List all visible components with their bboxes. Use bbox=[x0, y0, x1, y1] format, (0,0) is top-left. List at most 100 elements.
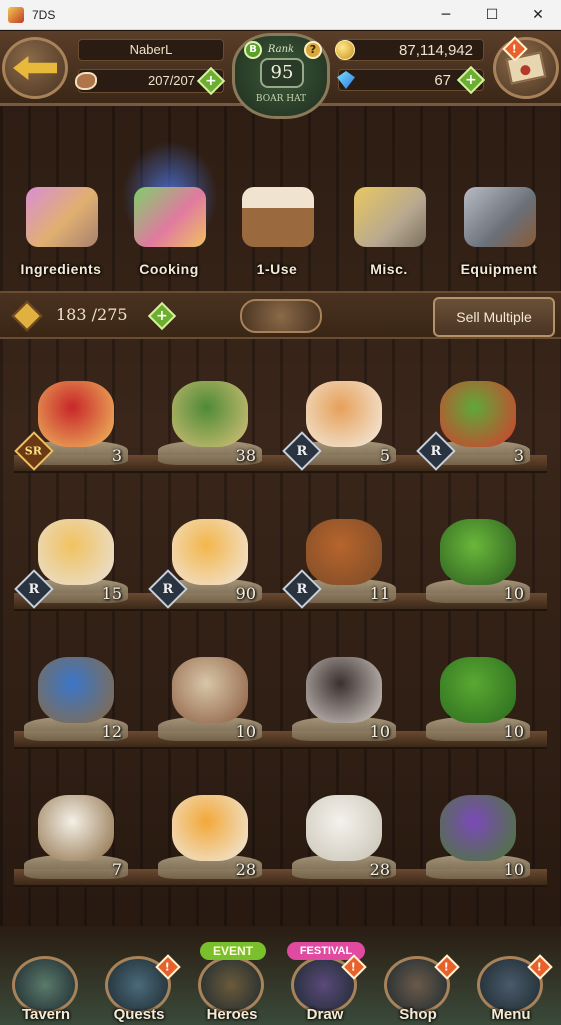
nav-shop[interactable]: ! Shop bbox=[372, 926, 464, 1025]
item-quantity: 10 bbox=[369, 722, 390, 741]
tab-label: Equipment bbox=[460, 261, 538, 277]
nav-quests[interactable]: ! Quests bbox=[93, 926, 185, 1025]
nav-draw[interactable]: FESTIVAL! Draw bbox=[279, 926, 371, 1025]
item-quantity: 90 bbox=[235, 584, 256, 603]
player-name: NaberL bbox=[78, 39, 224, 61]
item-quantity: 3 bbox=[111, 446, 122, 465]
inventory-categories: Ingredients Cooking 1-Use Misc. Equipmen… bbox=[0, 141, 561, 281]
birthday-cake-icon bbox=[38, 381, 114, 447]
tab-label: Cooking bbox=[139, 261, 199, 277]
cherry-pudding-icon bbox=[38, 519, 114, 585]
item-quantity: 10 bbox=[235, 722, 256, 741]
blue-eggs-icon bbox=[38, 657, 114, 723]
caramel-pudding-icon bbox=[172, 519, 248, 585]
inventory-count: 183 /275 bbox=[56, 305, 128, 324]
item-lavender[interactable]: 10 bbox=[418, 777, 538, 887]
tab-1-use[interactable]: 1-Use bbox=[222, 171, 332, 281]
nav-label: Menu bbox=[491, 1006, 531, 1023]
cooking-icon bbox=[134, 187, 206, 247]
tab-misc[interactable]: Misc. bbox=[334, 171, 444, 281]
tab-ingredients[interactable]: Ingredients bbox=[6, 171, 116, 281]
item-quantity: 10 bbox=[503, 860, 524, 879]
window-title: 7DS bbox=[32, 7, 56, 22]
tab-label: 1-Use bbox=[256, 261, 298, 277]
wine-bottle-icon bbox=[172, 381, 248, 447]
tab-cooking[interactable]: Cooking bbox=[114, 141, 224, 281]
rank-badge-icon: B bbox=[244, 41, 262, 59]
gem-bar: 67 + bbox=[337, 65, 486, 95]
item-birthday-cake[interactable]: SR 3 bbox=[14, 363, 136, 473]
close-button[interactable]: ✕ bbox=[515, 0, 561, 30]
help-icon[interactable]: ? bbox=[304, 41, 322, 59]
item-tofu[interactable]: 28 bbox=[284, 777, 404, 887]
plus-icon: + bbox=[465, 71, 477, 88]
shrimp-pizza-icon bbox=[306, 381, 382, 447]
item-salad[interactable]: R3 bbox=[416, 363, 538, 473]
item-truffles[interactable]: 10 bbox=[284, 639, 404, 749]
shop-name: BOAR HAT bbox=[255, 94, 307, 104]
item-asparagus[interactable]: 10 bbox=[418, 501, 538, 611]
nav-label: Shop bbox=[399, 1006, 437, 1023]
minimize-button[interactable]: ─ bbox=[423, 0, 469, 30]
maximize-button[interactable]: ☐ bbox=[469, 0, 515, 30]
nav-heroes[interactable]: EVENT Heroes bbox=[186, 926, 278, 1025]
item-cherry-pudding[interactable]: R 15 bbox=[14, 501, 136, 611]
item-quantity: 10 bbox=[503, 584, 524, 603]
gold-value: 87,114,942 bbox=[399, 42, 473, 59]
mailbox-button[interactable]: ! bbox=[493, 36, 559, 99]
item-shrimp-pizza[interactable]: R5 bbox=[282, 363, 404, 473]
item-herbs[interactable]: 10 bbox=[418, 639, 538, 749]
expand-inventory-button[interactable]: + bbox=[147, 301, 177, 331]
item-quantity: 12 bbox=[101, 722, 122, 741]
item-quantity: 28 bbox=[369, 860, 390, 879]
tab-label: Misc. bbox=[370, 261, 408, 277]
bottom-navigation: Tavern ! Quests EVENT Heroes FESTIVAL! Draw! Sh… bbox=[0, 926, 561, 1025]
event-tag: EVENT bbox=[200, 942, 266, 960]
item-white-eggs[interactable]: 7 bbox=[16, 777, 136, 887]
truffles-icon bbox=[306, 657, 382, 723]
gem-value: 67 bbox=[434, 72, 451, 89]
meat-icon bbox=[75, 72, 97, 90]
salad-icon bbox=[440, 381, 516, 447]
item-caramel-pudding[interactable]: R 90 bbox=[148, 501, 270, 611]
back-arrow-icon bbox=[13, 56, 57, 80]
back-button[interactable] bbox=[2, 37, 68, 99]
tab-label: Ingredients bbox=[20, 261, 102, 277]
meat-pie-icon bbox=[306, 519, 382, 585]
diamond-icon bbox=[337, 71, 355, 89]
item-wine-bottle[interactable]: 38 bbox=[150, 363, 270, 473]
bag-icon bbox=[242, 187, 314, 247]
item-quantity: 10 bbox=[503, 722, 524, 741]
lavender-icon bbox=[440, 795, 516, 861]
item-honeycomb[interactable]: 28 bbox=[150, 777, 270, 887]
item-mushrooms[interactable]: 10 bbox=[150, 639, 270, 749]
gold-bar: 87,114,942 bbox=[335, 39, 484, 61]
item-quantity: 38 bbox=[235, 446, 256, 465]
item-quantity: 11 bbox=[369, 584, 390, 603]
plus-icon: + bbox=[156, 307, 168, 324]
add-stamina-button[interactable]: + bbox=[196, 66, 226, 96]
sell-multiple-button[interactable]: Sell Multiple bbox=[433, 297, 555, 337]
tab-equipment[interactable]: Equipment bbox=[444, 171, 554, 281]
rank-value: 95 bbox=[260, 58, 304, 88]
ornament bbox=[240, 299, 322, 333]
inventory-slot-icon bbox=[11, 300, 43, 332]
nav-tavern[interactable]: Tavern bbox=[0, 926, 92, 1025]
gold-coin-icon bbox=[335, 40, 355, 60]
item-quantity: 28 bbox=[235, 860, 256, 879]
stamina-value: 207/207 bbox=[148, 73, 195, 88]
game-area: NaberL 207/207 + Rank 95 BOAR HAT B ? 87… bbox=[0, 31, 561, 1025]
asparagus-icon bbox=[440, 519, 516, 585]
nav-label: Tavern bbox=[21, 1006, 71, 1023]
add-gems-button[interactable]: + bbox=[456, 65, 486, 95]
nav-label: Draw bbox=[306, 1006, 344, 1023]
trophy-icon bbox=[354, 187, 426, 247]
item-quantity: 15 bbox=[101, 584, 122, 603]
tofu-icon bbox=[306, 795, 382, 861]
item-blue-eggs[interactable]: 12 bbox=[16, 639, 136, 749]
window-titlebar: 7DS ─ ☐ ✕ bbox=[0, 0, 561, 30]
white-eggs-icon bbox=[38, 795, 114, 861]
nav-label: Heroes bbox=[206, 1006, 258, 1023]
nav-menu[interactable]: ! Menu bbox=[465, 926, 557, 1025]
item-meat-pie[interactable]: R 11 bbox=[282, 501, 404, 611]
